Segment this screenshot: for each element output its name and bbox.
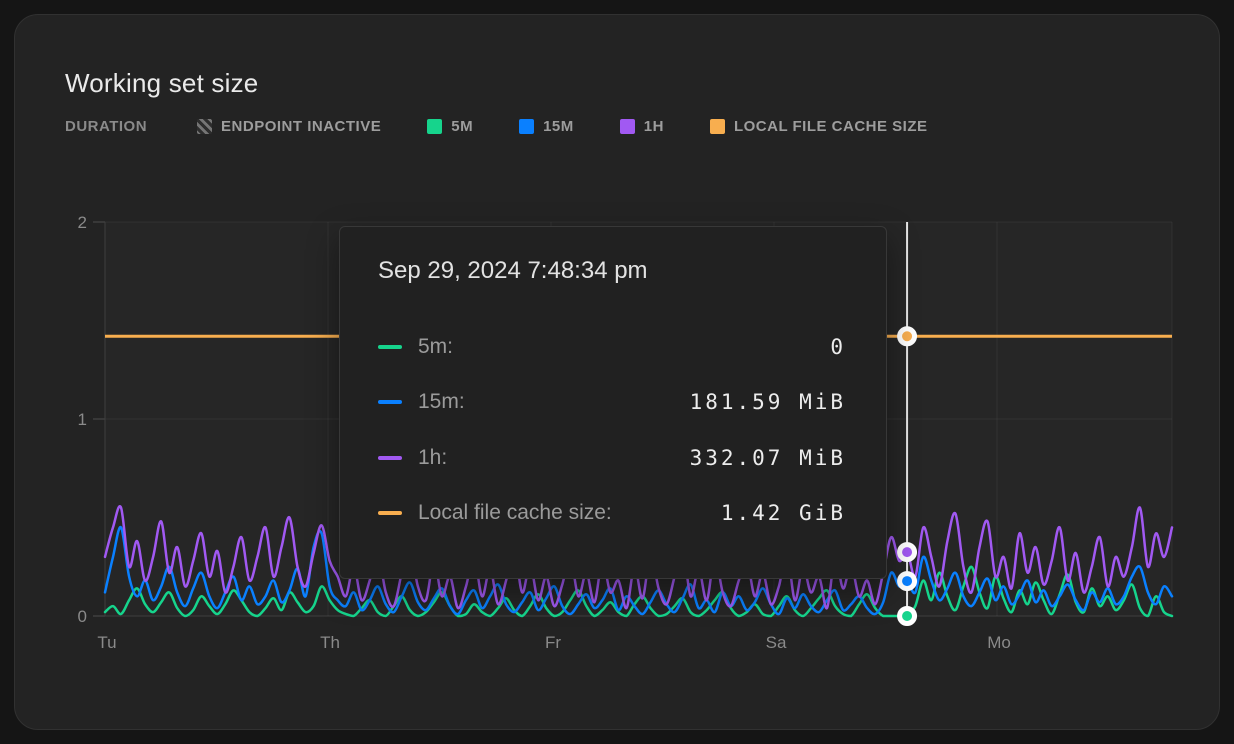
blue-dash-icon [378,400,402,404]
crosshair-dot-1h [900,545,915,560]
screen: Working set size DURATION ENDPOINT INACT… [0,0,1234,744]
duration-label: DURATION [65,118,147,135]
x-tick-label: Tu [97,633,116,652]
tooltip-row-15m: 15m: 181.59 MiB [378,375,846,431]
tooltip-row-label: 1h: [418,446,447,470]
tooltip-row-5m: 5m: 0 [378,319,846,375]
legend-item-label: LOCAL FILE CACHE SIZE [734,118,928,135]
legend-item-5m[interactable]: 5M [427,118,473,135]
x-tick-label: Mo [987,633,1011,652]
chart-tooltip: Sep 29, 2024 7:48:34 pm 5m: 0 15m: 181.5… [339,226,887,579]
orange-dash-icon [378,511,402,515]
y-tick-label: 0 [78,607,87,626]
tooltip-timestamp: Sep 29, 2024 7:48:34 pm [378,257,648,285]
purple-dash-icon [378,456,402,460]
legend-item-15m[interactable]: 15M [519,118,574,135]
legend-item-label: ENDPOINT INACTIVE [221,118,381,135]
tooltip-row-value: 332.07 MiB [690,446,846,470]
crosshair-dot-5m [900,609,915,624]
legend-item-label: 15M [543,118,574,135]
tooltip-row-value: 181.59 MiB [690,390,846,414]
blue-swatch-icon [519,119,534,134]
page-title: Working set size [65,68,258,99]
green-swatch-icon [427,119,442,134]
green-dash-icon [378,345,402,349]
legend-item-local-file-cache-size[interactable]: LOCAL FILE CACHE SIZE [710,118,928,135]
x-tick-label: Th [320,633,340,652]
legend-item-1h[interactable]: 1H [620,118,664,135]
tooltip-row-1h: 1h: 332.07 MiB [378,430,846,486]
tooltip-row-value: 1.42 GiB [721,501,846,525]
x-tick-label: Sa [766,633,787,652]
chart-legend: DURATION ENDPOINT INACTIVE 5M 15M 1H LOC… [65,118,928,135]
legend-item-endpoint-inactive[interactable]: ENDPOINT INACTIVE [197,118,381,135]
orange-swatch-icon [710,119,725,134]
tooltip-row-label: 5m: [418,335,453,359]
legend-item-label: 1H [644,118,664,135]
legend-item-label: 5M [451,118,473,135]
y-tick-label: 2 [78,213,87,232]
purple-swatch-icon [620,119,635,134]
tooltip-row-value: 0 [830,335,846,359]
y-tick-label: 1 [78,410,87,429]
tooltip-row-label: Local file cache size: [418,501,612,525]
tooltip-row-local-file-cache-size: Local file cache size: 1.42 GiB [378,486,846,542]
tooltip-rows: 5m: 0 15m: 181.59 MiB 1h: 332.07 MiB Loc… [378,319,846,541]
x-tick-label: Fr [545,633,561,652]
crosshair-dot-15m [900,574,915,589]
tooltip-row-label: 15m: [418,390,465,414]
crosshair-dot-local-file-cache-size [900,329,915,344]
hatch-swatch-icon [197,119,212,134]
